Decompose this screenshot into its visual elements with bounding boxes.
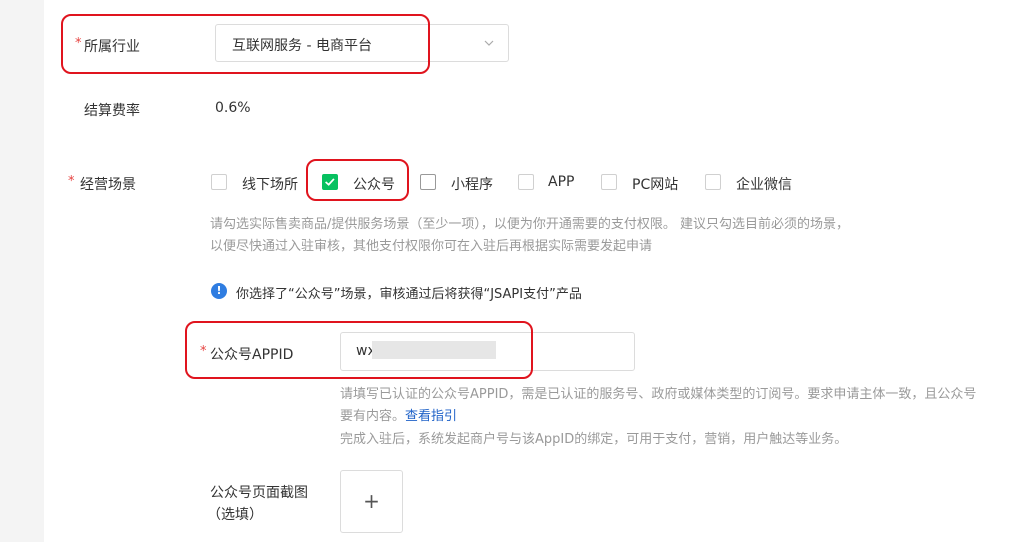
highlight-box-industry (61, 14, 430, 74)
checkbox-offline[interactable] (211, 174, 227, 190)
highlight-box-official-account (306, 159, 409, 201)
screenshot-label: 公众号页面截图 (210, 485, 308, 501)
appid-hint-line2-text: 要有内容。 (340, 409, 406, 424)
scene-info-text: 你选择了“公众号”场景，审核通过后将获得“JSAPI支付”产品 (236, 287, 582, 302)
checkbox-mini-program[interactable] (420, 174, 436, 190)
info-icon: ! (211, 283, 227, 299)
rate-label: 结算费率 (84, 103, 140, 119)
checkbox-label-wecom: 企业微信 (736, 177, 792, 193)
checkbox-label-app: APP (548, 174, 575, 190)
checkbox-label-pc-website: PC网站 (632, 177, 679, 193)
appid-hint-line2: 要有内容。查看指引 (340, 405, 457, 424)
required-mark: * (68, 174, 75, 189)
scenes-hint-line2: 以便尽快通过入驻审核，其他支付权限你可在入驻后再根据实际需要发起申请 (210, 239, 653, 254)
scenes-hint-line1: 请勾选实际售卖商品/提供服务场景（至少一项），以便为你开通需要的支付权限。 建议… (210, 217, 850, 232)
scenes-label: 经营场景 (80, 177, 136, 193)
appid-hint-line3: 完成入驻后，系统发起商户号与该AppID的绑定，可用于支付，营销，用户触达等业务… (340, 432, 848, 447)
view-guide-link[interactable]: 查看指引 (405, 409, 457, 424)
checkbox-label-offline: 线下场所 (242, 177, 298, 193)
left-gutter (0, 0, 44, 158)
left-gutter-lower (0, 158, 44, 542)
highlight-box-appid (185, 321, 533, 379)
screenshot-optional-label: （选填） (207, 507, 263, 523)
checkbox-app[interactable] (518, 174, 534, 190)
appid-hint-line1: 请填写已认证的公众号APPID，需是已认证的服务号、政府或媒体类型的订阅号。要求… (340, 387, 977, 402)
chevron-down-icon (484, 40, 494, 46)
checkbox-wecom[interactable] (705, 174, 721, 190)
rate-value: 0.6% (215, 100, 251, 116)
checkbox-label-mini-program: 小程序 (451, 177, 493, 193)
checkbox-pc-website[interactable] (601, 174, 617, 190)
upload-button[interactable]: + (340, 470, 403, 533)
